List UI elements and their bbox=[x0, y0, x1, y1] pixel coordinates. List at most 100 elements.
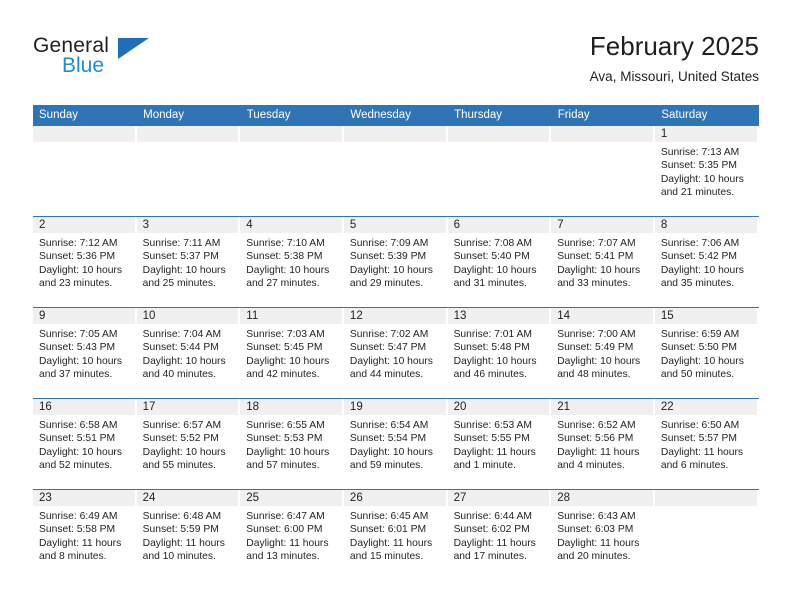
page-subtitle: Ava, Missouri, United States bbox=[589, 69, 759, 84]
sunset-text: Sunset: 5:35 PM bbox=[660, 160, 737, 172]
day-cell[interactable] bbox=[33, 125, 137, 217]
sunrise-text: Sunrise: 7:03 AM bbox=[246, 329, 325, 340]
daylight-text: Daylight: 10 hours and 27 minutes. bbox=[246, 264, 330, 290]
day-cell[interactable]: 3 Sunrise: 7:11 AM Sunset: 5:37 PM Daylight… bbox=[136, 216, 241, 308]
day-cell[interactable]: 4 Sunrise: 7:10 AM Sunset: 5:38 PM Daylight… bbox=[240, 216, 344, 308]
day-cell[interactable]: 18 Sunrise: 6:55 AM Sunset: 5:53 PM Dayligh… bbox=[240, 398, 344, 490]
sunrise-text: Sunrise: 7:12 AM bbox=[39, 238, 118, 249]
day-cell[interactable]: 9 Sunrise: 7:05 AM Sunset: 5:43 PM Daylight… bbox=[33, 307, 137, 399]
day-cell[interactable] bbox=[343, 125, 448, 217]
sunrise-text: Sunrise: 7:01 AM bbox=[453, 329, 532, 340]
day-cell[interactable] bbox=[654, 489, 759, 580]
daylight-text: Daylight: 10 hours and 46 minutes. bbox=[453, 355, 537, 381]
day-number: 3 bbox=[136, 217, 239, 233]
sunrise-text: Sunrise: 7:05 AM bbox=[39, 329, 118, 340]
daylight-text: Daylight: 10 hours and 37 minutes. bbox=[39, 355, 122, 381]
day-number: 13 bbox=[447, 308, 550, 324]
day-number bbox=[551, 126, 653, 142]
sunrise-text: Sunrise: 7:04 AM bbox=[142, 329, 222, 340]
day-cell[interactable]: 2 Sunrise: 7:12 AM Sunset: 5:36 PM Daylight… bbox=[33, 216, 137, 308]
sunrise-text: Sunrise: 6:48 AM bbox=[142, 511, 222, 522]
sunrise-text: Sunrise: 7:02 AM bbox=[349, 329, 429, 340]
sunrise-text: Sunrise: 7:09 AM bbox=[349, 238, 429, 249]
day-cell[interactable] bbox=[136, 125, 241, 217]
daylight-text: Daylight: 10 hours and 23 minutes. bbox=[39, 264, 122, 290]
sunrise-text: Sunrise: 6:52 AM bbox=[557, 420, 636, 431]
daylight-text: Daylight: 10 hours and 35 minutes. bbox=[660, 264, 744, 290]
day-number: 10 bbox=[136, 308, 239, 324]
day-cell[interactable]: 10 Sunrise: 7:04 AM Sunset: 5:44 PM Dayligh… bbox=[136, 307, 241, 399]
day-cell[interactable]: 26 Sunrise: 6:45 AM Sunset: 6:01 PM Dayligh… bbox=[343, 489, 448, 580]
day-cell[interactable]: 22 Sunrise: 6:50 AM Sunset: 5:57 PM Dayligh… bbox=[654, 398, 759, 490]
sunset-text: Sunset: 5:50 PM bbox=[660, 342, 737, 354]
day-cell[interactable]: 27 Sunrise: 6:44 AM Sunset: 6:02 PM Dayligh… bbox=[447, 489, 552, 580]
sunset-text: Sunset: 5:44 PM bbox=[142, 342, 219, 354]
sunrise-text: Sunrise: 6:44 AM bbox=[453, 511, 532, 522]
daylight-text: Daylight: 10 hours and 52 minutes. bbox=[39, 446, 122, 472]
calendar-body: 1 Sunrise: 7:13 AM Sunset: 5:35 PM Daylight… bbox=[33, 125, 759, 580]
day-cell[interactable]: 14 Sunrise: 7:00 AM Sunset: 5:49 PM Dayligh… bbox=[551, 307, 655, 399]
day-number: 2 bbox=[33, 217, 135, 233]
daylight-text: Daylight: 11 hours and 4 minutes. bbox=[557, 446, 640, 472]
day-cell[interactable]: 15 Sunrise: 6:59 AM Sunset: 5:50 PM Dayligh… bbox=[654, 307, 759, 399]
sunrise-text: Sunrise: 7:08 AM bbox=[453, 238, 532, 249]
column-header-wednesday: Wednesday bbox=[343, 105, 449, 126]
daylight-text: Daylight: 11 hours and 10 minutes. bbox=[142, 537, 225, 563]
daylight-text: Daylight: 10 hours and 55 minutes. bbox=[142, 446, 226, 472]
day-cell[interactable]: 17 Sunrise: 6:57 AM Sunset: 5:52 PM Dayligh… bbox=[136, 398, 241, 490]
day-cell[interactable]: 20 Sunrise: 6:53 AM Sunset: 5:55 PM Dayligh… bbox=[447, 398, 552, 490]
sunset-text: Sunset: 5:55 PM bbox=[453, 433, 530, 445]
daylight-text: Daylight: 10 hours and 57 minutes. bbox=[246, 446, 330, 472]
daylight-text: Daylight: 11 hours and 17 minutes. bbox=[453, 537, 536, 563]
day-cell[interactable]: 16 Sunrise: 6:58 AM Sunset: 5:51 PM Dayligh… bbox=[33, 398, 137, 490]
day-number: 21 bbox=[551, 399, 653, 415]
day-cell[interactable]: 25 Sunrise: 6:47 AM Sunset: 6:00 PM Dayligh… bbox=[240, 489, 344, 580]
sunrise-text: Sunrise: 7:11 AM bbox=[142, 238, 221, 249]
sunset-text: Sunset: 5:42 PM bbox=[660, 251, 737, 263]
sunset-text: Sunset: 5:48 PM bbox=[453, 342, 530, 354]
sunset-text: Sunset: 5:49 PM bbox=[557, 342, 634, 354]
day-cell[interactable] bbox=[551, 125, 655, 217]
day-number: 15 bbox=[654, 308, 757, 324]
day-cell[interactable]: 5 Sunrise: 7:09 AM Sunset: 5:39 PM Daylight… bbox=[343, 216, 448, 308]
daylight-text: Daylight: 11 hours and 1 minute. bbox=[453, 446, 536, 472]
sunset-text: Sunset: 5:53 PM bbox=[246, 433, 323, 445]
day-cell[interactable] bbox=[240, 125, 344, 217]
day-number: 18 bbox=[240, 399, 342, 415]
title-block: February 2025 Ava, Missouri, United Stat… bbox=[590, 30, 759, 88]
daylight-text: Daylight: 10 hours and 25 minutes. bbox=[142, 264, 226, 290]
daylight-text: Daylight: 10 hours and 29 minutes. bbox=[349, 264, 433, 290]
day-number bbox=[447, 126, 550, 142]
day-cell[interactable]: 11 Sunrise: 7:03 AM Sunset: 5:45 PM Dayligh… bbox=[240, 307, 344, 399]
day-cell[interactable]: 8 Sunrise: 7:06 AM Sunset: 5:42 PM Daylight… bbox=[654, 216, 759, 308]
sunset-text: Sunset: 5:59 PM bbox=[142, 524, 219, 536]
daylight-text: Daylight: 11 hours and 13 minutes. bbox=[246, 537, 329, 563]
brand-logo[interactable]: General Blue bbox=[33, 34, 243, 86]
sunrise-text: Sunrise: 7:07 AM bbox=[557, 238, 636, 249]
day-cell[interactable]: 7 Sunrise: 7:07 AM Sunset: 5:41 PM Daylight… bbox=[551, 216, 655, 308]
day-number: 28 bbox=[551, 490, 653, 506]
daylight-text: Daylight: 10 hours and 59 minutes. bbox=[349, 446, 433, 472]
day-cell[interactable]: 19 Sunrise: 6:54 AM Sunset: 5:54 PM Dayligh… bbox=[343, 398, 448, 490]
daylight-text: Daylight: 10 hours and 50 minutes. bbox=[660, 355, 744, 381]
day-number: 14 bbox=[551, 308, 653, 324]
triangle-icon bbox=[118, 38, 149, 59]
sunset-text: Sunset: 6:02 PM bbox=[453, 524, 530, 536]
day-cell[interactable]: 21 Sunrise: 6:52 AM Sunset: 5:56 PM Dayligh… bbox=[551, 398, 655, 490]
day-number: 1 bbox=[654, 126, 757, 142]
day-cell[interactable]: 1 Sunrise: 7:13 AM Sunset: 5:35 PM Daylight… bbox=[654, 125, 759, 217]
day-cell[interactable]: 28 Sunrise: 6:43 AM Sunset: 6:03 PM Dayligh… bbox=[551, 489, 655, 580]
day-cell[interactable]: 13 Sunrise: 7:01 AM Sunset: 5:48 PM Dayligh… bbox=[447, 307, 552, 399]
day-cell[interactable]: 24 Sunrise: 6:48 AM Sunset: 5:59 PM Dayligh… bbox=[136, 489, 241, 580]
day-cell[interactable]: 12 Sunrise: 7:02 AM Sunset: 5:47 PM Dayligh… bbox=[343, 307, 448, 399]
day-cell[interactable]: 23 Sunrise: 6:49 AM Sunset: 5:58 PM Dayligh… bbox=[33, 489, 137, 580]
sunset-text: Sunset: 5:45 PM bbox=[246, 342, 323, 354]
column-header-thursday: Thursday bbox=[447, 105, 552, 126]
day-number: 4 bbox=[240, 217, 342, 233]
page-title: February 2025 bbox=[589, 31, 759, 61]
day-number: 11 bbox=[240, 308, 342, 324]
day-cell[interactable]: 6 Sunrise: 7:08 AM Sunset: 5:40 PM Daylight… bbox=[447, 216, 552, 308]
day-cell[interactable] bbox=[447, 125, 552, 217]
daylight-text: Daylight: 11 hours and 8 minutes. bbox=[39, 537, 122, 563]
sunset-text: Sunset: 5:47 PM bbox=[349, 342, 427, 354]
